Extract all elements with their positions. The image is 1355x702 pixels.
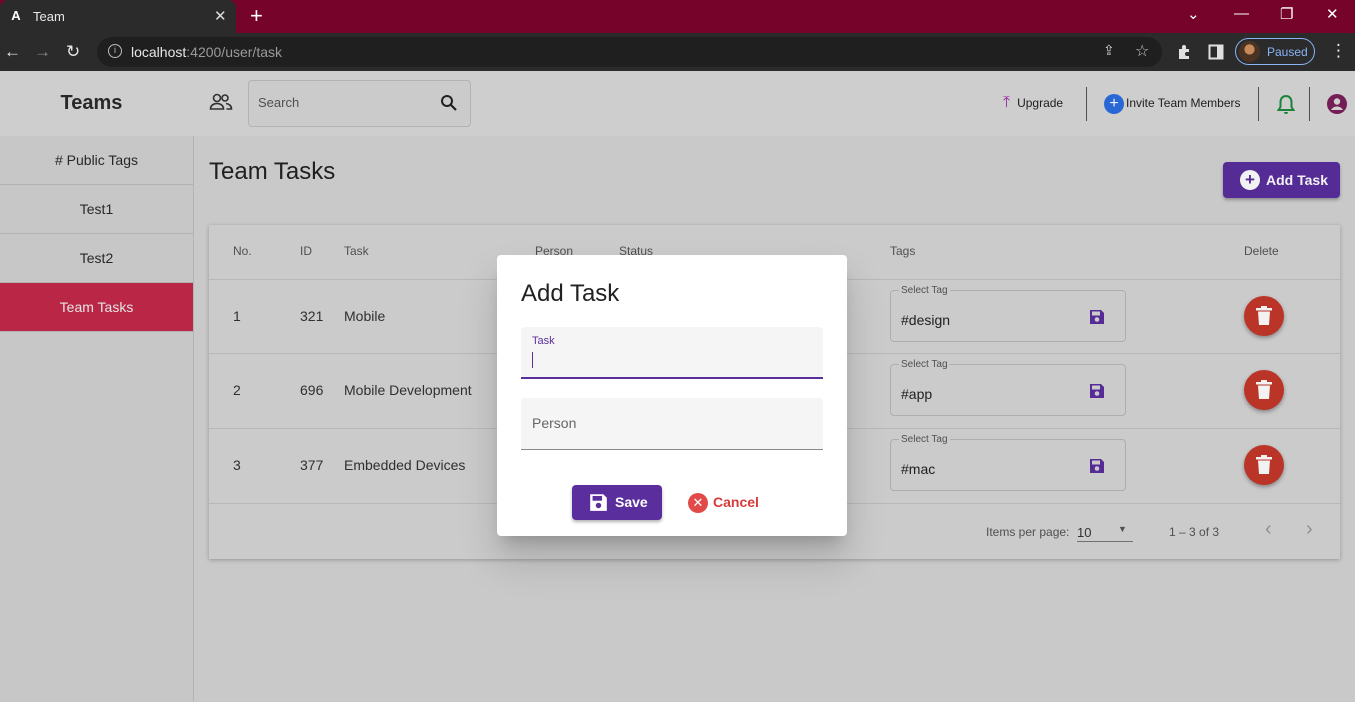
save-button[interactable]: Save xyxy=(572,485,662,520)
close-icon[interactable]: ✕ xyxy=(214,7,227,25)
angular-icon: A xyxy=(11,8,21,23)
add-task-dialog: Add Task Task Save ✕ Cancel xyxy=(497,255,847,536)
restore-icon[interactable]: ❐ xyxy=(1280,5,1293,23)
avatar xyxy=(1239,41,1260,62)
save-label: Save xyxy=(615,494,648,510)
address-bar[interactable]: i localhost:4200/user/task ⇪ ☆ xyxy=(97,37,1162,67)
profile-status: Paused xyxy=(1267,45,1308,59)
window-close-icon[interactable]: ✕ xyxy=(1326,5,1339,23)
dialog-title: Add Task xyxy=(521,280,620,307)
extensions-icon[interactable] xyxy=(1176,44,1192,60)
back-icon[interactable]: ← xyxy=(4,42,21,62)
cancel-button[interactable]: ✕ Cancel xyxy=(686,485,766,520)
reload-icon[interactable]: ↻ xyxy=(66,42,80,62)
browser-tab[interactable]: A Team ✕ xyxy=(0,0,236,33)
side-panel-icon[interactable] xyxy=(1208,44,1224,60)
task-input[interactable] xyxy=(532,351,812,367)
minimize-icon[interactable]: — xyxy=(1234,5,1249,22)
url-text: localhost:4200/user/task xyxy=(131,44,282,60)
tab-title: Team xyxy=(33,9,65,24)
cancel-circle-icon: ✕ xyxy=(688,493,708,513)
task-field[interactable]: Task xyxy=(521,327,823,379)
menu-kebab-icon[interactable]: ⋮ xyxy=(1330,41,1347,61)
task-field-label: Task xyxy=(532,335,555,347)
bookmark-star-icon[interactable]: ☆ xyxy=(1135,41,1149,61)
tab-search-icon[interactable]: ⌄ xyxy=(1187,5,1200,23)
person-input[interactable] xyxy=(532,415,812,431)
cancel-label: Cancel xyxy=(713,494,759,510)
new-tab-icon[interactable]: + xyxy=(250,4,263,28)
site-info-icon[interactable]: i xyxy=(108,44,122,58)
browser-titlebar: A Team ✕ + ⌄ — ❐ ✕ xyxy=(0,0,1355,33)
text-caret xyxy=(532,352,533,368)
profile-button[interactable]: Paused xyxy=(1235,38,1315,65)
browser-toolbar: ← → ↻ i localhost:4200/user/task ⇪ ☆ Pau… xyxy=(0,33,1355,71)
person-field[interactable] xyxy=(521,398,823,450)
share-icon[interactable]: ⇪ xyxy=(1103,42,1115,59)
save-icon xyxy=(590,494,607,511)
forward-icon[interactable]: → xyxy=(34,42,51,62)
